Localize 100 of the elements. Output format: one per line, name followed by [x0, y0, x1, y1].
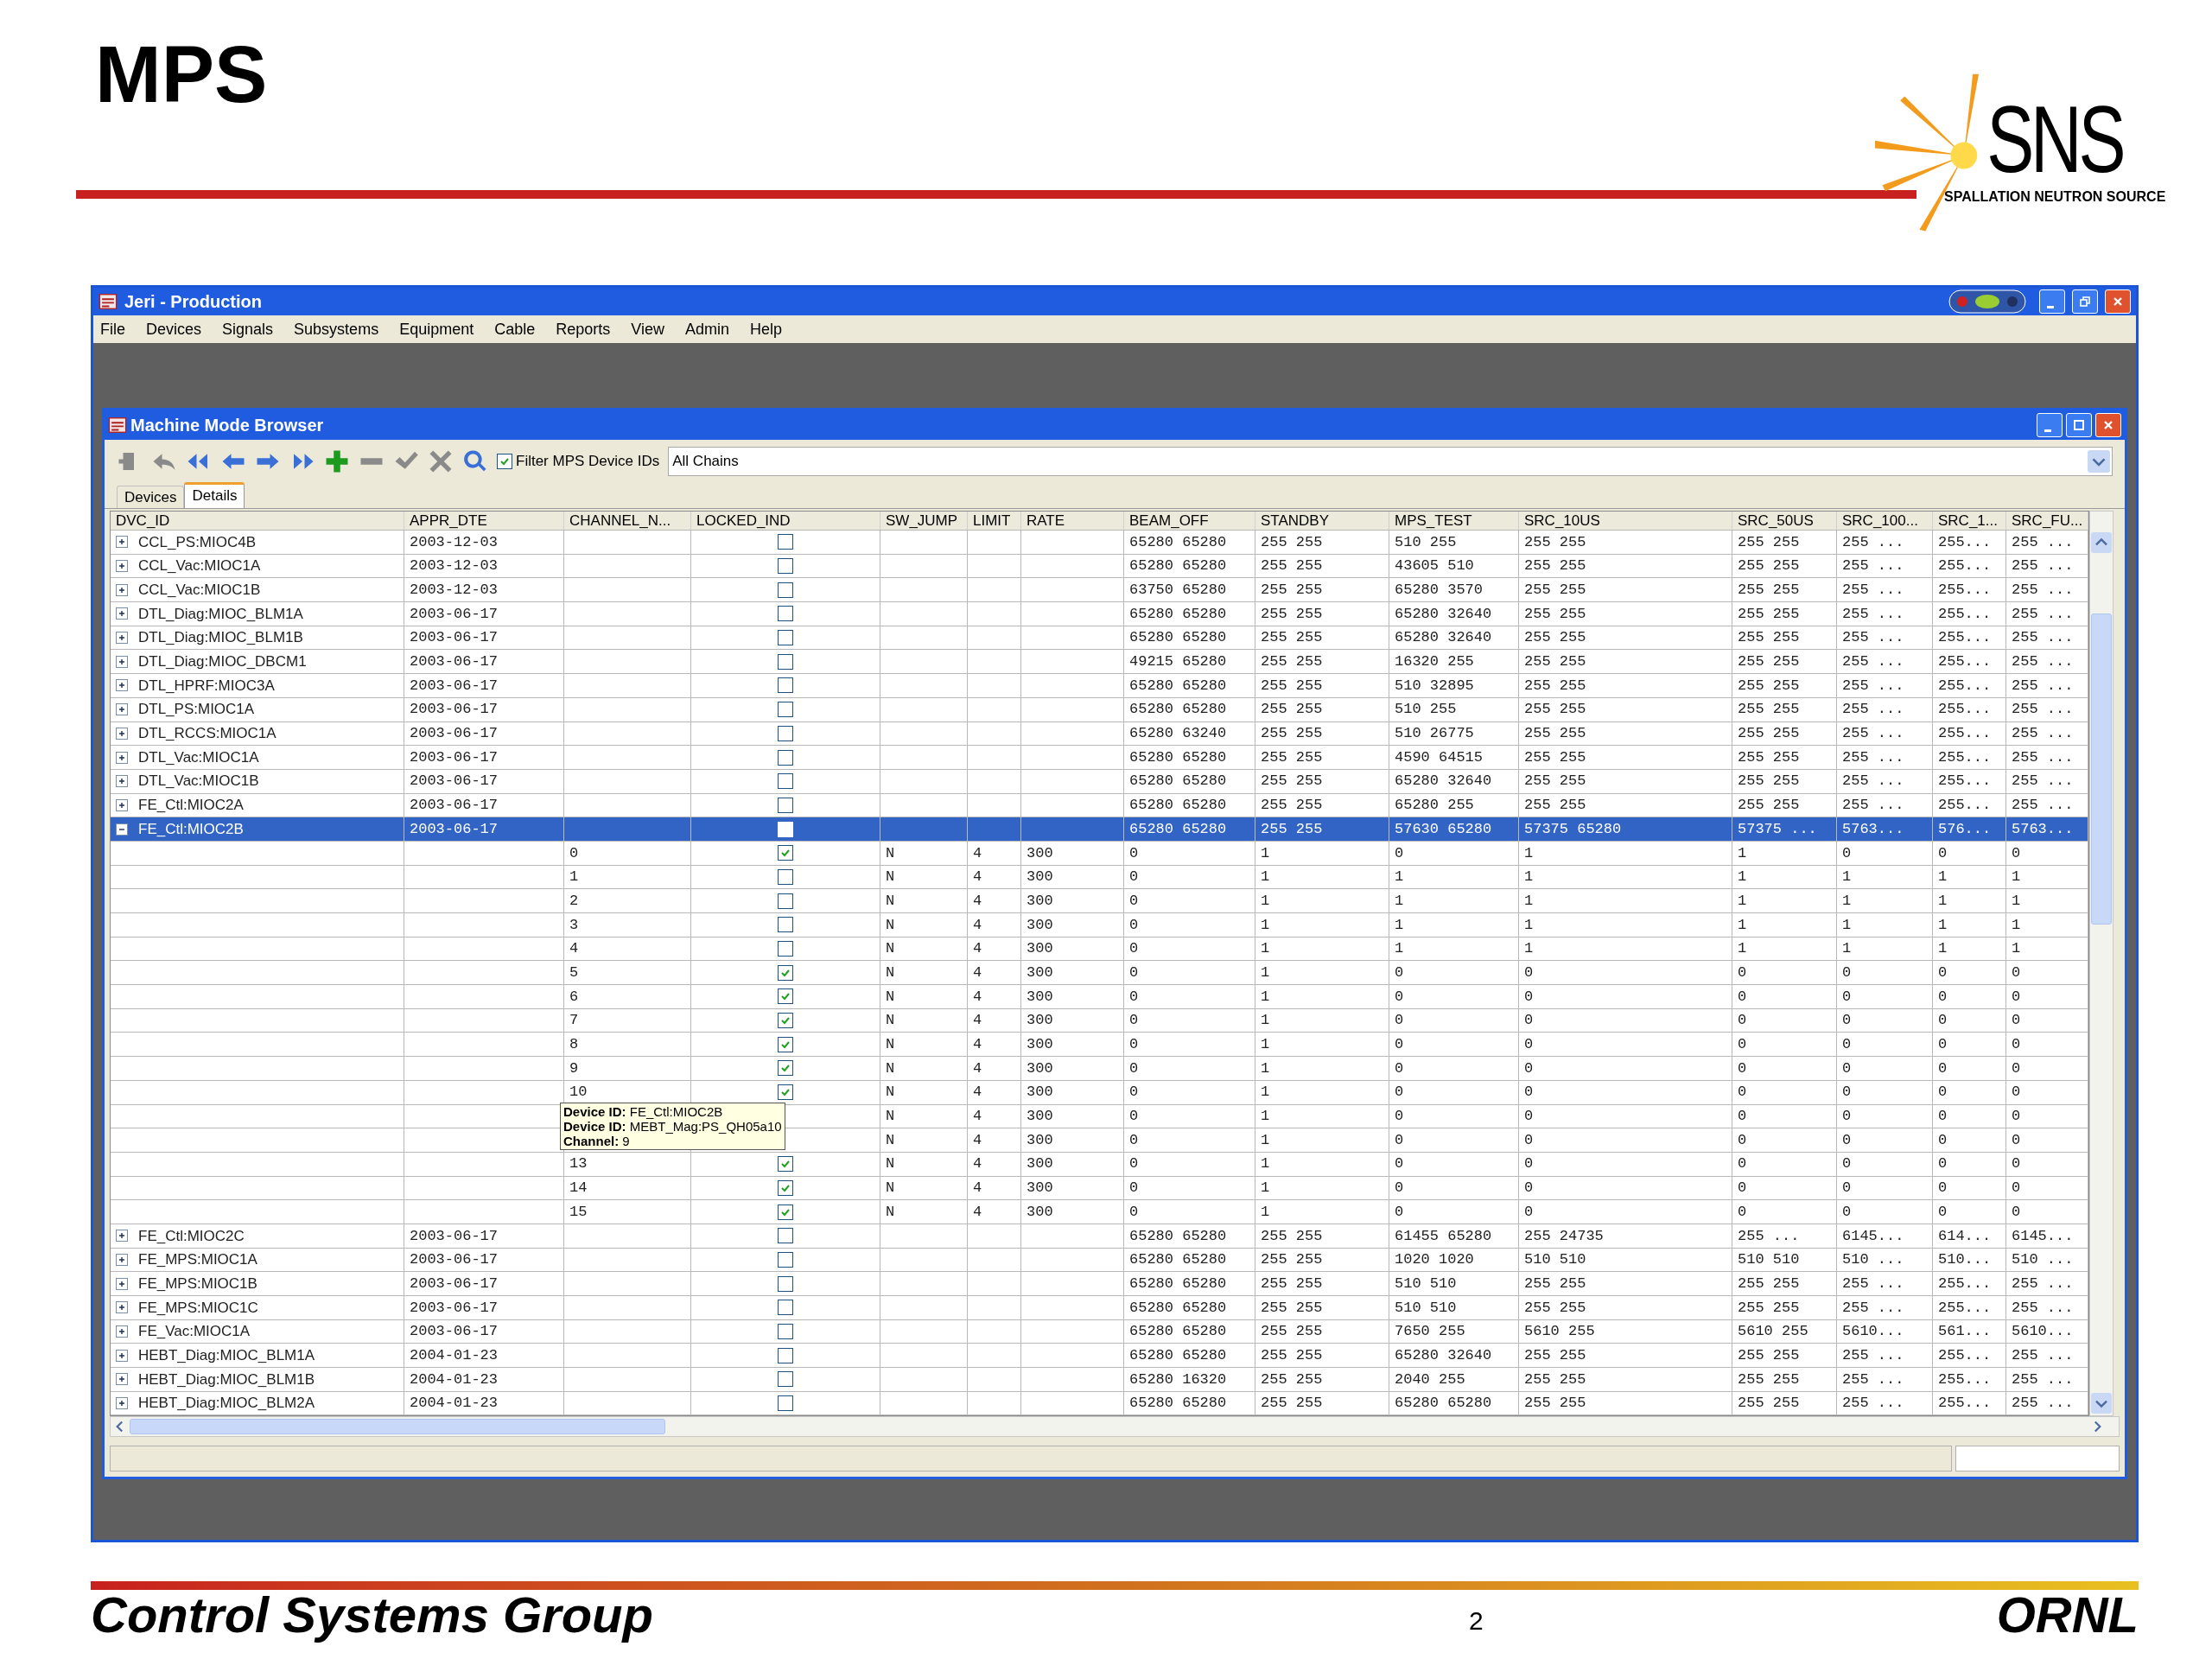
maximize-button[interactable]	[2066, 413, 2092, 437]
menu-item[interactable]: Subsystems	[294, 317, 379, 341]
expand-icon[interactable]	[116, 1373, 128, 1386]
menu-item[interactable]: View	[631, 317, 664, 341]
table-row[interactable]: HEBT_Diag:MIOC_BLM2A 2004-01-23 65280 65280 255 255 65280 65280 255 255 255 255 255 ... 255... 255 ...	[111, 1391, 2088, 1416]
table-row[interactable]: DTL_HPRF:MIOC3A 2003-06-17 65280 65280 255 255 510 32895 255 255 255 255 255 ... 255... 255 ...	[111, 674, 2088, 698]
checkbox[interactable]	[778, 1395, 793, 1412]
menu-item[interactable]: Cable	[494, 317, 536, 341]
scroll-up-icon[interactable]	[2091, 532, 2112, 553]
maximize-button[interactable]	[2072, 289, 2098, 314]
table-row[interactable]: DTL_Diag:MIOC_DBCM1 2003-06-17 49215 65280 255 255 16320 255 255 255 255 255 255 ... 255... 255 ...	[111, 650, 2088, 675]
menu-item[interactable]: Equipment	[399, 317, 474, 341]
menu-item[interactable]: File	[100, 317, 125, 341]
expand-icon[interactable]	[116, 583, 128, 596]
scroll-thumb[interactable]	[2091, 613, 2112, 925]
column-header[interactable]: SRC_50US	[1738, 513, 1814, 528]
expand-icon[interactable]	[116, 655, 128, 668]
column-header[interactable]: CHANNEL_N...	[569, 513, 671, 528]
table-row[interactable]: DTL_Diag:MIOC_BLM1A 2003-06-17 65280 65280 255 255 65280 32640 255 255 255 255 255 ... 255... 255 ...	[111, 602, 2088, 626]
column-header[interactable]: APPR_DTE	[410, 513, 487, 528]
checkbox[interactable]	[778, 1371, 793, 1388]
checkbox[interactable]	[778, 941, 793, 957]
menu-item[interactable]: Signals	[222, 317, 274, 341]
expand-icon[interactable]	[116, 798, 128, 811]
checkbox[interactable]	[778, 893, 793, 909]
column-header[interactable]: DVC_ID	[116, 513, 170, 528]
checkbox[interactable]	[778, 1251, 793, 1268]
column-header[interactable]: STANDBY	[1261, 513, 1330, 528]
table-row[interactable]: FE_MPS:MIOC1B 2003-06-17 65280 65280 255 255 510 510 255 255 255 255 255 ... 255... 255 ...	[111, 1272, 2088, 1296]
expand-icon[interactable]	[116, 607, 128, 620]
table-row[interactable]: DTL_Diag:MIOC_BLM1B 2003-06-17 65280 65280 255 255 65280 32640 255 255 255 255 255 ... 255... 255 ...	[111, 626, 2088, 651]
expand-icon[interactable]	[116, 1230, 128, 1243]
checkbox[interactable]	[778, 1084, 793, 1101]
checkbox[interactable]	[778, 558, 793, 575]
checkbox[interactable]	[778, 845, 793, 861]
menu-item[interactable]: Reports	[556, 317, 611, 341]
table-row[interactable]: HEBT_Diag:MIOC_BLM1A 2004-01-23 65280 65280 255 255 65280 32640 255 255 255 255 255 ... 255... 255 ...	[111, 1344, 2088, 1369]
table-row[interactable]: FE_Vac:MIOC1A 2003-06-17 65280 65280 255 255 7650 255 5610 255 5610 255 5610... 561... 5610...	[111, 1319, 2088, 1344]
checkbox[interactable]	[497, 454, 512, 469]
table-row[interactable]: CCL_Vac:MIOC1B 2003-12-03 63750 65280 255 255 65280 3570 255 255 255 255 255 ... 255... 255 ...	[111, 578, 2088, 603]
menu-item[interactable]: Help	[750, 317, 783, 341]
column-header[interactable]: BEAM_OFF	[1129, 513, 1209, 528]
tab[interactable]: Devices	[117, 486, 185, 508]
expand-icon[interactable]	[116, 632, 128, 645]
expand-icon[interactable]	[116, 560, 128, 573]
checkbox[interactable]	[778, 725, 793, 741]
table-row[interactable]: FE_Ctl:MIOC2A 2003-06-17 65280 65280 255 255 65280 255 255 255 255 255 255 ... 255... 255 ...	[111, 793, 2088, 818]
checkbox[interactable]	[778, 630, 793, 646]
checkbox[interactable]	[778, 653, 793, 670]
column-header[interactable]: LIMIT	[973, 513, 1011, 528]
checkbox[interactable]	[778, 917, 793, 933]
checkbox[interactable]	[778, 964, 793, 981]
checkbox[interactable]	[778, 749, 793, 766]
expand-icon[interactable]	[116, 751, 128, 764]
column-header[interactable]: SRC_1...	[1938, 513, 1998, 528]
table-row[interactable]: FE_Ctl:MIOC2C 2003-06-17 65280 65280 255 255 61455 65280 255 24735 255 ... 6145... 614... 6145...	[111, 1224, 2088, 1249]
table-row[interactable]: DTL_Vac:MIOC1B 2003-06-17 65280 65280 255 255 65280 32640 255 255 255 255 255 ... 255... 255 ...	[111, 769, 2088, 794]
checkbox[interactable]	[778, 797, 793, 813]
scroll-thumb[interactable]	[130, 1419, 665, 1435]
column-header[interactable]: MPS_TEST	[1395, 513, 1472, 528]
plus-icon[interactable]	[324, 448, 350, 474]
expand-icon[interactable]	[116, 1325, 128, 1338]
checkbox[interactable]	[778, 1156, 793, 1173]
column-header[interactable]: SRC_10US	[1524, 513, 1600, 528]
table-row[interactable]: DTL_PS:MIOC1A 2003-06-17 65280 65280 255 255 510 255 255 255 255 255 255 ... 255... 255 ...	[111, 697, 2088, 722]
tab[interactable]: Details	[184, 482, 245, 508]
scroll-down-icon[interactable]	[2091, 1393, 2112, 1414]
horizontal-scrollbar[interactable]	[110, 1416, 2120, 1438]
minimize-button[interactable]	[2037, 413, 2063, 437]
table-row[interactable]: FE_Ctl:MIOC2B 2003-06-17 65280 65280 255 255 57630 65280 57375 65280 57375 ... 5763... 576... 5763...	[111, 817, 2088, 842]
table-row[interactable]: CCL_Vac:MIOC1A 2003-12-03 65280 65280 255 255 43605 510 255 255 255 255 255 ... 255... 255 ...	[111, 554, 2088, 579]
chain-dropdown[interactable]: All Chains	[668, 447, 2113, 476]
vertical-scrollbar[interactable]	[2089, 511, 2113, 1417]
expand-icon[interactable]	[116, 727, 128, 740]
expand-icon[interactable]	[116, 775, 128, 788]
checkbox[interactable]	[778, 1347, 793, 1363]
collapse-icon[interactable]	[116, 823, 128, 836]
checkbox[interactable]	[778, 1300, 793, 1316]
close-button[interactable]	[2095, 413, 2121, 437]
expand-icon[interactable]	[116, 536, 128, 549]
checkbox[interactable]	[778, 1204, 793, 1220]
table-row[interactable]: CCL_PS:MIOC4B 2003-12-03 65280 65280 255 255 510 255 255 255 255 255 255 ... 255... 255 ...	[111, 531, 2088, 555]
table-row[interactable]: DTL_Vac:MIOC1A 2003-06-17 65280 65280 255 255 4590 64515 255 255 255 255 255 ... 255... 255 ...	[111, 746, 2088, 770]
expand-icon[interactable]	[116, 1301, 128, 1314]
column-header[interactable]: SW_JUMP	[886, 513, 958, 528]
checkbox[interactable]	[778, 988, 793, 1005]
checkbox[interactable]	[778, 1228, 793, 1244]
checkbox[interactable]	[778, 1060, 793, 1077]
checkbox[interactable]	[778, 702, 793, 718]
close-button[interactable]	[2105, 289, 2131, 314]
table-row[interactable]: FE_MPS:MIOC1A 2003-06-17 65280 65280 255 255 1020 1020 510 510 510 510 510 ... 510... 510 ...	[111, 1248, 2088, 1273]
close-icon[interactable]	[428, 448, 454, 474]
menu-item[interactable]: Admin	[684, 317, 729, 341]
checkbox[interactable]	[778, 1179, 793, 1196]
checkbox[interactable]	[778, 773, 793, 790]
checkbox[interactable]	[778, 1324, 793, 1340]
column-header[interactable]: SRC_100...	[1842, 513, 1918, 528]
checkbox[interactable]	[778, 1036, 793, 1052]
expand-icon[interactable]	[116, 1349, 128, 1362]
checkbox[interactable]	[778, 1275, 793, 1292]
